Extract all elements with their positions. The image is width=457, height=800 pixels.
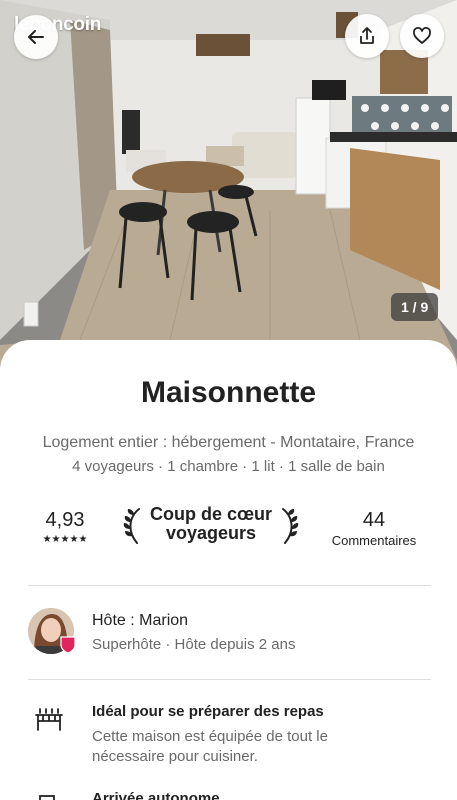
guest-favorite-badge: Coup de cœur voyageurs [123,505,301,545]
listing-photo[interactable]: leboncoin 1 / 9 [0,0,457,370]
heart-icon [413,27,431,44]
listing-details-sheet: Maisonnette Logement entier : hébergemen… [0,340,457,800]
share-button[interactable] [345,14,389,58]
host-section[interactable]: Hôte : Marion Superhôte · Hôte depuis 2 … [28,606,428,656]
photo-counter: 1 / 9 [391,293,439,321]
feature-title: Idéal pour se préparer des repas [92,703,324,720]
listing-capacity: 4 voyageurs · 1 chambre · 1 lit · 1 sall… [72,458,385,475]
listing-subtitle: Logement entier : hébergement - Montatai… [42,434,415,451]
back-button[interactable] [14,15,58,59]
feature-description: Cette maison est équipée de tout le néce… [92,728,328,765]
feature-title: Arrivée autonome [92,790,220,800]
door-icon [39,795,55,800]
divider [28,585,431,586]
guest-favorite-label: Coup de cœur voyageurs [147,505,275,543]
kitchen-icon [35,708,63,731]
laurel-right-icon [282,508,299,544]
stats-row: 4,93 ★★★★★ Coup de cœur voyageurs 44 Com… [0,505,457,555]
laurel-left-icon [123,508,140,544]
host-name: Hôte : Marion [92,612,189,629]
feature-self-checkin: Arrivée autonome [28,790,428,800]
favorite-button[interactable] [400,14,444,58]
host-meta: Superhôte · Hôte depuis 2 ans [92,636,296,653]
badge-line-1: Coup de cœur [150,504,272,524]
reviews-link[interactable]: 44 Commentaires [322,509,426,548]
reviews-count: 44 [362,509,386,531]
apartment-photo-image [0,0,457,370]
feature-kitchen: Idéal pour se préparer des repas Cette m… [28,703,428,767]
divider [28,679,431,680]
share-icon [360,27,374,44]
rating-block: 4,93 ★★★★★ [34,509,96,545]
arrow-left-icon [28,30,44,44]
listing-title: Maisonnette [140,376,317,409]
rating-stars: ★★★★★ [42,534,88,545]
badge-line-2: voyageurs [165,523,257,543]
superhost-badge-icon [60,636,76,654]
rating-value: 4,93 [45,509,85,531]
reviews-label: Commentaires [331,533,417,548]
